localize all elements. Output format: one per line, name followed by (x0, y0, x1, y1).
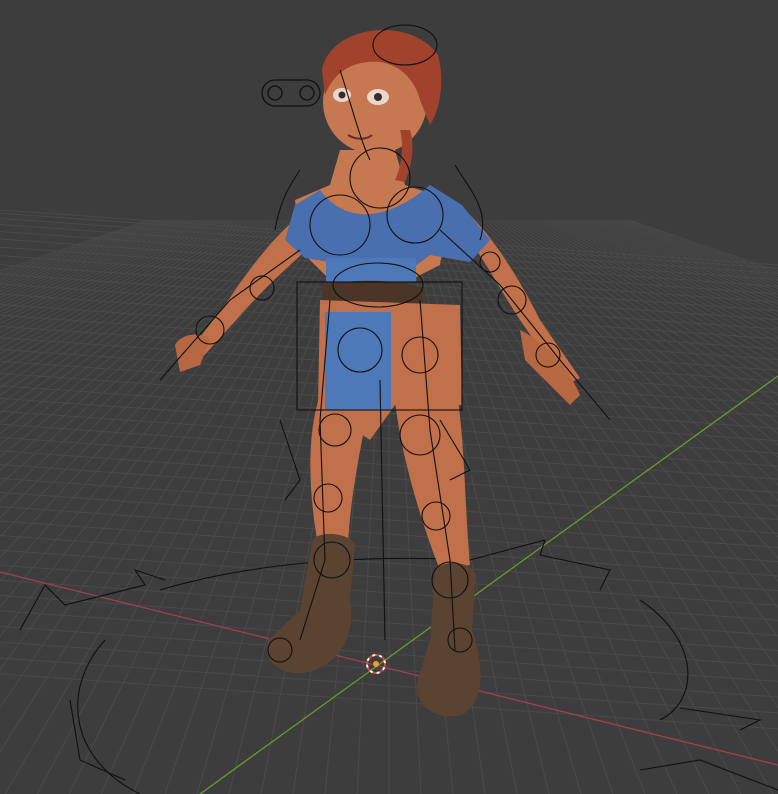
3d-viewport[interactable] (0, 0, 778, 794)
right-boot (416, 563, 481, 717)
left-pupil (338, 91, 346, 99)
waist-band (326, 258, 416, 282)
eye-target-control-icon[interactable] (261, 79, 321, 107)
viewport-canvas[interactable] (0, 0, 778, 794)
right-pupil (374, 93, 382, 101)
skirt-panel (325, 312, 391, 410)
character-mesh[interactable] (175, 29, 580, 717)
